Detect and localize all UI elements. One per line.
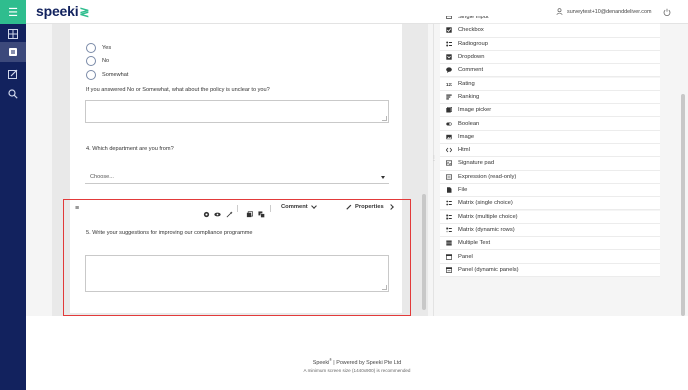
toolbox-panel: Single Input Checkbox Radiogroup Dropdown Co… <box>440 16 662 316</box>
toolbox-item[interactable]: Checkbox <box>440 24 660 38</box>
svg-text:123: 123 <box>446 81 452 86</box>
matrix-single-icon <box>440 200 458 206</box>
toolbox-item-label: Html <box>458 147 470 154</box>
footer-credit: Speeki® | Powered by Speeki Pte Ltd <box>312 358 402 366</box>
radio-option-somewhat[interactable]: Somewhat <box>86 70 128 80</box>
image-picker-icon <box>440 107 458 113</box>
toolbox-item[interactable]: Image picker <box>440 104 660 118</box>
toolbox-item-label: Rating <box>458 80 475 87</box>
radio-circle[interactable] <box>86 70 96 80</box>
toolbox-item[interactable]: Ranking <box>440 90 660 105</box>
toolbox-item[interactable]: Panel (dynamic panels) <box>440 263 660 277</box>
matrix-dynamic-icon: + <box>440 227 458 233</box>
toolbox-item[interactable]: Html <box>440 144 660 158</box>
multiple-text-icon <box>440 240 458 246</box>
radio-circle[interactable] <box>86 56 96 66</box>
toolbox-item[interactable]: Boolean <box>440 117 660 131</box>
toolbox-item[interactable]: Comment <box>440 64 660 78</box>
svg-text:+: + <box>446 230 448 233</box>
toolbox-item-label: File <box>458 187 468 194</box>
toolbox-item-label: Radiogroup <box>458 40 488 47</box>
expression-icon <box>440 174 458 180</box>
question-title: 4. Which department are you from? <box>86 146 174 152</box>
toolbox-item[interactable]: Radiogroup <box>440 37 660 51</box>
toolbox-item[interactable]: Multiple Text <box>440 237 660 251</box>
checkbox-icon <box>440 27 458 34</box>
toolbox-item-label: Panel (dynamic panels) <box>458 266 519 273</box>
image-icon <box>440 134 458 140</box>
dashboard-icon[interactable] <box>7 28 19 40</box>
toolbox-item-label: Signature pad <box>458 160 495 167</box>
signature-icon <box>440 160 458 166</box>
toolbox-item-label: Image picker <box>458 107 492 114</box>
toolbox-item-label: Checkbox <box>458 27 484 34</box>
panel-splitter[interactable] <box>433 24 434 316</box>
toolbox-item[interactable]: Matrix (multiple choice) <box>440 210 660 224</box>
question-card-4[interactable]: 4. Which department are you from? Choose… <box>70 128 402 204</box>
toolbox-scrollbar[interactable] <box>680 24 686 316</box>
user-menu[interactable]: surveytest+10@denanddeliver.com <box>556 8 651 15</box>
toolbox-item-label: Single Input <box>458 16 489 21</box>
toolbox-item-label: Matrix (dynamic rows) <box>458 226 515 233</box>
boolean-icon <box>440 121 458 127</box>
followup-textarea[interactable] <box>85 100 389 123</box>
toolbox-item-label: Expression (read-only) <box>458 173 517 180</box>
toolbox-item[interactable]: Matrix (single choice) <box>440 197 660 211</box>
toolbox-item-label: Ranking <box>458 93 480 100</box>
html-icon <box>440 147 458 153</box>
logo: speeki≷ <box>36 3 90 19</box>
toolbox-item-label: Dropdown <box>458 54 485 61</box>
department-dropdown[interactable]: Choose... <box>85 171 389 184</box>
caret-down-icon <box>381 176 385 179</box>
dropdown-icon <box>440 54 458 60</box>
radiogroup-icon <box>440 41 458 47</box>
footer-notice: A minimum screen size (1440x900) is reco… <box>303 368 411 373</box>
ranking-icon <box>440 94 458 100</box>
user-email: surveytest+10@denanddeliver.com <box>567 8 652 15</box>
toolbox-item[interactable]: Image <box>440 130 660 144</box>
single-input-icon <box>440 16 458 20</box>
comment-icon <box>440 67 458 74</box>
toolbox-item[interactable]: File <box>440 183 660 198</box>
footer: Speeki® | Powered by Speeki Pte Ltd A mi… <box>26 316 688 390</box>
selected-question-outline <box>63 199 411 316</box>
edit-icon[interactable] <box>7 68 19 80</box>
toolbox-item[interactable]: Single Input <box>440 16 660 25</box>
left-nav: ☰ <box>0 0 26 390</box>
toolbox-item[interactable]: Expression (read-only) <box>440 170 660 184</box>
panel-dynamic-icon <box>440 267 458 273</box>
file-icon <box>440 187 458 193</box>
splitter-handle-icon[interactable]: ⋮ <box>431 155 437 162</box>
toolbox-item-label: Matrix (single choice) <box>458 200 513 207</box>
toolbox-item[interactable]: Panel <box>440 250 660 264</box>
followup-question: If you answered No or Somewhat, what abo… <box>86 87 270 93</box>
toolbox-item[interactable]: 123 Rating <box>440 77 660 91</box>
radio-option-no[interactable]: No <box>86 56 109 66</box>
toolbox-item[interactable]: Dropdown <box>440 50 660 65</box>
toolbox-item-label: Multiple Text <box>458 240 491 247</box>
toolbox-item-label: Comment <box>458 67 484 74</box>
toolbox-item-label: Matrix (multiple choice) <box>458 213 518 220</box>
radio-option-yes[interactable]: Yes <box>86 43 111 53</box>
panel-icon <box>440 253 458 260</box>
toolbox-item[interactable]: Signature pad <box>440 157 660 171</box>
toolbox-item[interactable]: + Matrix (dynamic rows) <box>440 223 660 238</box>
search-icon[interactable] <box>7 88 19 100</box>
toolbox-item-label: Panel <box>458 253 473 260</box>
toolbox-item-label: Boolean <box>458 120 480 127</box>
rating-icon: 123 <box>440 81 458 87</box>
toolbox-item-label: Image <box>458 133 475 140</box>
matrix-multiple-icon <box>440 214 458 220</box>
surveys-icon[interactable] <box>0 42 26 62</box>
menu-icon[interactable]: ☰ <box>0 0 26 24</box>
user-icon <box>556 8 563 15</box>
radio-circle[interactable] <box>86 43 96 53</box>
question-card-3[interactable]: Yes No Somewhat If you answered No or So… <box>70 24 402 130</box>
canvas-scrollbar[interactable] <box>421 24 427 316</box>
power-icon[interactable] <box>663 8 671 16</box>
